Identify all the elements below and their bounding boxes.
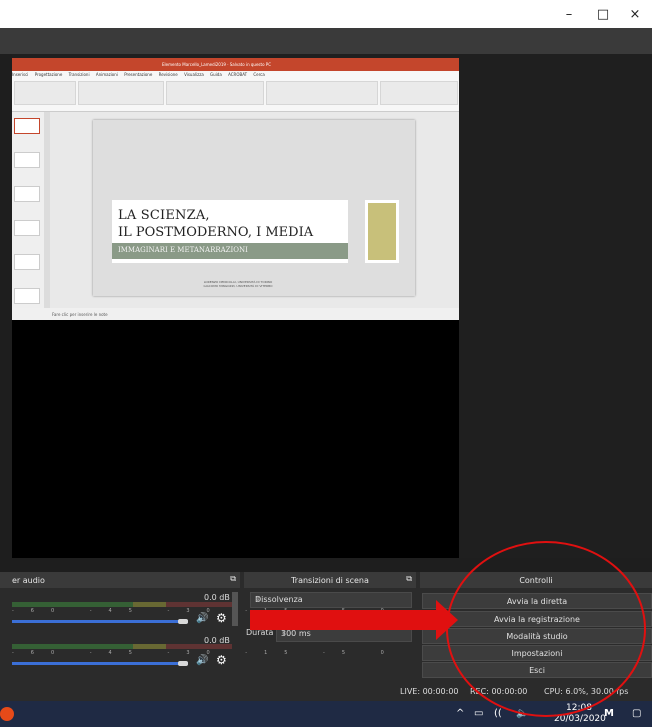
ribbon-group-editing — [380, 81, 458, 105]
gear-icon[interactable]: ⚙ — [216, 611, 227, 625]
slide-thumbnail[interactable] — [14, 254, 40, 270]
slide-title-line1: LA SCIENZA, — [118, 208, 210, 223]
slide-thumbnail[interactable] — [14, 288, 40, 304]
mixer-track-1: -60 -45 -30 -15 -5 0 🔊 ⚙ — [12, 600, 384, 640]
maximize-icon: □ — [596, 6, 610, 22]
ppt-menu-animazioni[interactable]: Animazioni — [96, 72, 118, 77]
ppt-ribbon: Inserisci Progettazione Transizioni Anim… — [12, 71, 459, 112]
slide-author-2: GIACOMO MINGOZZI, UNIVERSITÀ DI VITERBO — [203, 284, 273, 288]
ribbon-group-font — [78, 81, 164, 105]
ppt-menu-cerca[interactable]: Cerca — [253, 72, 264, 77]
transitions-dock-title-text: Transizioni di scena — [291, 575, 369, 585]
ppt-menu-visualizza[interactable]: Visualizza — [184, 72, 204, 77]
ppt-menu-guida[interactable]: Guida — [210, 72, 222, 77]
minimize-icon: – — [565, 6, 573, 22]
track1-volume-slider[interactable] — [12, 620, 188, 623]
ppt-titlebar: Elemento Marcello_Lamedi2019 · Salvato i… — [12, 58, 459, 71]
track1-slider-knob[interactable] — [178, 619, 188, 624]
transitions-dock-title: Transizioni di scena ⧉ — [244, 572, 416, 588]
track2-meter — [12, 644, 232, 649]
track2-volume-slider[interactable] — [12, 662, 188, 665]
chevron-up-icon[interactable]: ^ — [456, 708, 464, 719]
slide-thumbnail[interactable] — [14, 118, 40, 134]
ppt-menu-revisione[interactable]: Revisione — [159, 72, 178, 77]
live-status: LIVE: 00:00:00 — [400, 687, 459, 696]
slide-thumbnail[interactable] — [14, 220, 40, 236]
ppt-menu: Inserisci Progettazione Transizioni Anim… — [12, 72, 270, 77]
slide[interactable]: LA SCIENZA, IL POSTMODERNO, I MEDIA IMMA… — [93, 120, 415, 296]
notes-placeholder[interactable]: Fare clic per inserire le note — [52, 312, 108, 317]
battery-icon[interactable]: ▭ — [474, 708, 483, 719]
annotation-circle — [446, 541, 646, 717]
ppt-title-text: Elemento Marcello_Lamedi2019 · Salvato i… — [162, 62, 271, 67]
dock-float-icon[interactable]: ⧉ — [230, 574, 236, 584]
ppt-menu-inserisci[interactable]: Inserisci — [12, 72, 28, 77]
maximize-button[interactable]: □ — [586, 0, 620, 28]
ppt-menu-transizioni[interactable]: Transizioni — [69, 72, 90, 77]
ppt-menu-acrobat[interactable]: ACROBAT — [228, 72, 247, 77]
mixer-scrollbar[interactable] — [232, 592, 238, 626]
slide-decoration-fill — [368, 203, 396, 260]
dock-float-icon[interactable]: ⧉ — [406, 574, 412, 584]
speaker-icon[interactable]: 🔊 — [196, 613, 208, 624]
minimize-button[interactable]: – — [552, 0, 586, 28]
slide-subtitle: IMMAGINARI E METANARRAZIONI — [118, 246, 248, 254]
annotation-arrow — [250, 610, 436, 630]
mixer-dock-title-text: er audio — [12, 575, 45, 585]
ppt-menu-presentazione[interactable]: Presentazione — [124, 72, 152, 77]
ribbon-group-drawing — [266, 81, 378, 105]
ribbon-group-clipboard — [14, 81, 76, 105]
wifi-icon[interactable]: (( — [494, 708, 502, 719]
slide-thumbnail[interactable] — [14, 186, 40, 202]
track2-slider-knob[interactable] — [178, 661, 188, 666]
chevron-updown-icon[interactable]: ⇕ — [281, 629, 409, 637]
close-icon: × — [629, 6, 641, 22]
slide-thumbnail[interactable] — [14, 152, 40, 168]
preview-black-area — [12, 320, 459, 558]
obs-menubar — [0, 28, 652, 54]
m-logo-icon[interactable]: M — [604, 708, 614, 719]
slide-subtitle-bar: IMMAGINARI E METANARRAZIONI — [112, 243, 348, 259]
slide-title-box[interactable]: LA SCIENZA, IL POSTMODERNO, I MEDIA IMMA… — [112, 200, 348, 263]
slide-title-line2: IL POSTMODERNO, I MEDIA — [118, 225, 314, 240]
close-button[interactable]: × — [618, 0, 652, 28]
powerpoint-capture: Elemento Marcello_Lamedi2019 · Salvato i… — [12, 58, 459, 320]
speaker-icon[interactable]: 🔊 — [196, 655, 208, 666]
mixer-dock-title: er audio ⧉ — [0, 572, 240, 588]
app-icon[interactable] — [0, 707, 14, 721]
ribbon-group-paragraph — [166, 81, 264, 105]
slide-authors: LORENZO DENICOLAI, UNIVERSITÀ DI TORINO … — [183, 280, 293, 288]
transition-select[interactable]: Dissolvenza ⇕ — [250, 592, 412, 608]
ppt-menu-progettazione[interactable]: Progettazione — [35, 72, 63, 77]
slide-decoration — [365, 200, 399, 263]
slide-thumbnails — [12, 112, 44, 308]
ppt-notes-bar: Fare clic per inserire le note — [12, 308, 459, 320]
chevron-updown-icon: ⇕ — [255, 595, 261, 603]
track1-meter — [12, 602, 232, 607]
notification-icon[interactable]: ▢ — [632, 708, 641, 719]
mixer-track-2: -60 -45 -30 -15 -5 0 🔊 ⚙ — [12, 644, 384, 684]
gear-icon[interactable]: ⚙ — [216, 653, 227, 667]
